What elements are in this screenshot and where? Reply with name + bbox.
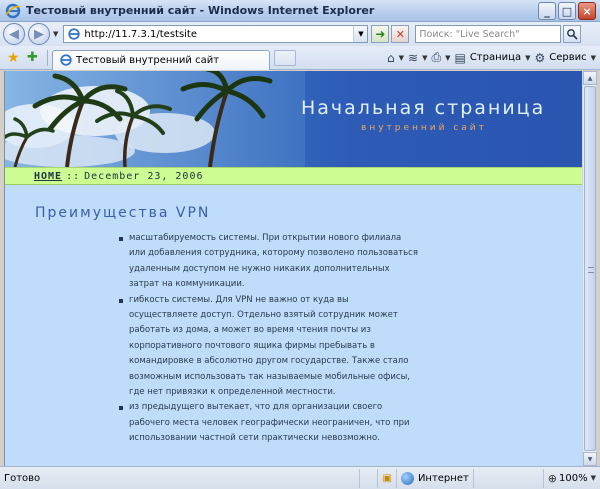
maximize-icon: □: [561, 4, 573, 18]
minimize-icon: _: [544, 4, 550, 18]
scroll-down-button[interactable]: ▼: [583, 452, 597, 466]
feeds-icon[interactable]: ≋: [408, 51, 418, 65]
stop-button[interactable]: ✕: [391, 25, 410, 43]
maximize-button[interactable]: □: [558, 2, 576, 20]
lock-icon: ▣: [382, 472, 392, 484]
close-button[interactable]: ×: [578, 2, 596, 20]
tab-separator: [47, 49, 48, 66]
address-dropdown-icon[interactable]: ▼: [353, 26, 368, 42]
section-title: Преимущества VPN: [35, 205, 211, 221]
page-menu-button[interactable]: Страница: [470, 52, 521, 63]
print-icon[interactable]: ⎙: [431, 50, 441, 65]
address-url[interactable]: http://11.7.3.1/testsite: [84, 29, 197, 40]
list-item: гибкость системы. Для VPN не важно от ку…: [119, 293, 419, 401]
back-button[interactable]: ◀: [3, 23, 25, 45]
scroll-up-arrow-icon: ▲: [587, 74, 593, 82]
tools-dropdown-icon[interactable]: ▼: [591, 54, 596, 62]
advantages-list: масштабируемость системы. При открытии н…: [119, 231, 419, 447]
status-pane-empty: [359, 468, 377, 488]
go-button[interactable]: ➜: [371, 25, 390, 43]
tab-testsite[interactable]: Тестовый внутренний сайт: [52, 49, 270, 70]
forward-arrow-icon: ▶: [34, 26, 44, 42]
home-dropdown-icon[interactable]: ▼: [399, 54, 404, 62]
banner-title: Начальная страница: [301, 97, 546, 119]
window-title: Тестовый внутренний сайт - Windows Inter…: [26, 4, 375, 17]
search-placeholder: Поиск: "Live Search": [419, 28, 520, 40]
search-icon: [567, 29, 578, 40]
ie-logo-icon: [5, 3, 21, 18]
page-content: Начальная страница внутренний сайт HOME …: [4, 71, 582, 466]
status-pane-spacer: [472, 468, 543, 488]
back-arrow-icon: ◀: [9, 26, 19, 42]
page-banner: Начальная страница внутренний сайт: [5, 71, 582, 167]
tab-ie-icon: [60, 54, 72, 66]
zoom-icon: ⊕: [547, 471, 558, 485]
new-tab-button[interactable]: [274, 49, 296, 66]
zoom-control[interactable]: ⊕ 100% ▼: [542, 468, 600, 488]
status-bar: Готово ▣ Интернет ⊕ 100% ▼: [0, 466, 600, 489]
tab-label: Тестовый внутренний сайт: [76, 54, 220, 66]
banner-subtitle: внутренний сайт: [361, 123, 487, 133]
go-arrow-icon: ➜: [375, 27, 386, 41]
home-icon[interactable]: ⌂: [387, 51, 395, 65]
home-link[interactable]: HOME: [34, 171, 62, 182]
address-bar[interactable]: http://11.7.3.1/testsite ▼: [63, 25, 369, 43]
list-item: из предыдущего вытекает, что для организ…: [119, 400, 419, 446]
favorites-star-icon[interactable]: ★: [7, 51, 21, 65]
address-row: ◀ ▶ ▼ http://11.7.3.1/testsite ▼ ➜ ✕ Пои…: [0, 22, 600, 46]
protected-mode-pane[interactable]: ▣: [377, 468, 395, 488]
scroll-up-button[interactable]: ▲: [583, 71, 597, 85]
tab-row: ★ ✚ Тестовый внутренний сайт ⌂ ▼ ≋ ▼ ⎙ ▼…: [0, 46, 600, 70]
breadcrumb: HOME :: December 23, 2006: [5, 167, 582, 185]
zone-label: Интернет: [417, 472, 469, 484]
print-dropdown-icon[interactable]: ▼: [445, 54, 450, 62]
page-ie-icon: [68, 28, 81, 40]
command-bar: ⌂ ▼ ≋ ▼ ⎙ ▼ ▤ Страница ▼ ⚙ Сервис ▼: [387, 50, 600, 65]
title-bar: Тестовый внутренний сайт - Windows Inter…: [0, 0, 600, 22]
feeds-dropdown-icon[interactable]: ▼: [422, 54, 427, 62]
stop-icon: ✕: [395, 27, 405, 41]
security-zone[interactable]: Интернет: [395, 468, 473, 488]
zoom-level: 100%: [559, 472, 588, 484]
history-dropdown-icon[interactable]: ▼: [53, 30, 58, 38]
vertical-scrollbar[interactable]: ▲ ▼: [582, 71, 597, 466]
palm-trees-image: [5, 71, 305, 167]
breadcrumb-date: December 23, 2006: [84, 170, 204, 182]
page-menu-icon: ▤: [454, 50, 466, 65]
search-button[interactable]: [563, 25, 582, 43]
status-text: Готово: [4, 472, 41, 484]
close-icon: ×: [582, 4, 592, 18]
scroll-thumb[interactable]: [584, 86, 596, 451]
scroll-grip-icon: [588, 267, 594, 273]
tools-gear-icon: ⚙: [534, 50, 546, 65]
scroll-down-arrow-icon: ▼: [587, 455, 593, 463]
minimize-button[interactable]: _: [538, 2, 556, 20]
globe-icon: [400, 471, 414, 485]
breadcrumb-separator: ::: [66, 170, 81, 182]
zoom-dropdown-icon[interactable]: ▼: [591, 474, 596, 482]
add-favorites-icon[interactable]: ✚: [27, 50, 41, 65]
forward-button[interactable]: ▶: [28, 23, 50, 45]
tools-menu-button[interactable]: Сервис: [549, 52, 586, 63]
list-item: масштабируемость системы. При открытии н…: [119, 231, 419, 293]
search-input[interactable]: Поиск: "Live Search": [415, 25, 562, 43]
page-dropdown-icon[interactable]: ▼: [525, 54, 530, 62]
